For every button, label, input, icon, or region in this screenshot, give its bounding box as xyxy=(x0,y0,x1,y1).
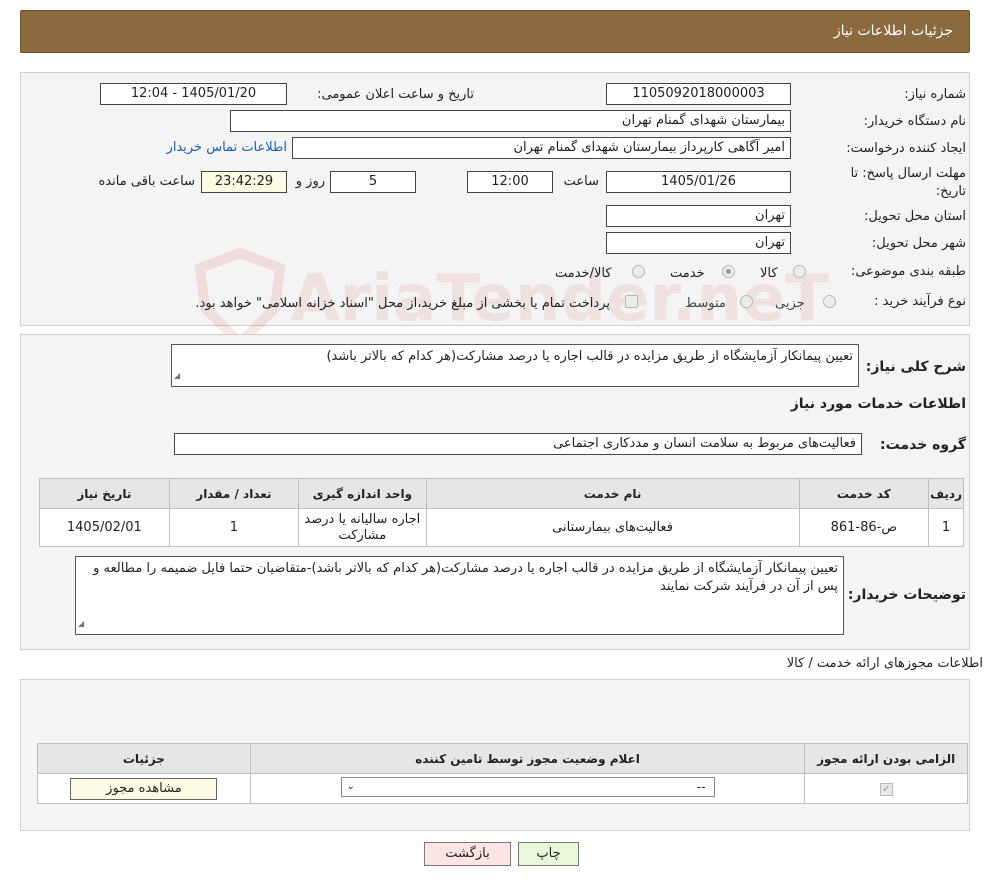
service-group-label: گروه خدمت: xyxy=(880,437,966,453)
treasury-payment-note: پرداخت تمام یا بخشی از مبلغ خرید،از محل … xyxy=(195,296,610,311)
page-title: جزئیات اطلاعات نیاز xyxy=(833,23,953,39)
col-unit-header: واحد اندازه گیری xyxy=(298,478,427,509)
col-permit-status-header: اعلام وضعیت مجوز توسط تامین کننده xyxy=(249,743,806,774)
buyer-notes-text: تعیین پیمانکار آزمایشگاه از طریق مزایده … xyxy=(93,561,838,594)
col-date-header: تاریخ نیاز xyxy=(39,478,170,509)
creator-label: ایجاد کننده درخواست: xyxy=(846,141,966,156)
deadline-label: مهلت ارسال پاسخ: تا xyxy=(850,166,966,181)
process-option-medium: متوسط xyxy=(685,296,726,311)
cell-service-name: فعالیت‌های بیمارستانی xyxy=(425,508,800,547)
category-option-goods-service: کالا/خدمت xyxy=(555,266,612,281)
col-code-header: کد خدمت xyxy=(798,478,930,509)
cell-row-number: 1 xyxy=(928,508,964,547)
city-field: تهران xyxy=(606,232,791,254)
permits-section-title: اطلاعات مجوزهای ارائه خدمت / کالا xyxy=(786,656,983,671)
description-label: شرح کلی نیاز: xyxy=(865,359,966,375)
permit-status-select[interactable]: ⌄ -- xyxy=(340,776,715,797)
cell-permit-status: ⌄ -- xyxy=(249,773,806,804)
announce-label: تاریخ و ساعت اعلان عمومی: xyxy=(317,87,474,102)
need-number-field: 1105092018000003 xyxy=(606,83,791,105)
deadline-date-field: 1405/01/26 xyxy=(606,171,791,193)
description-text: تعیین پیمانکار آزمایشگاه از طریق مزایده … xyxy=(326,349,853,364)
process-option-minor: جزیی xyxy=(775,296,805,311)
cell-unit: اجاره سالیانه یا درصد مشارکت xyxy=(298,508,427,547)
category-radio-goods[interactable] xyxy=(793,265,806,278)
cell-need-date: 1405/02/01 xyxy=(39,508,170,547)
days-remaining-field: 5 xyxy=(330,171,416,193)
remaining-time-field: 23:42:29 xyxy=(201,171,287,193)
permit-status-value: -- xyxy=(696,779,706,794)
buyer-notes-textarea[interactable]: تعیین پیمانکار آزمایشگاه از طریق مزایده … xyxy=(75,556,844,635)
category-radio-goods-service[interactable] xyxy=(632,265,645,278)
announce-datetime-field: 1405/01/20 - 12:04 xyxy=(100,83,287,105)
category-option-service: خدمت xyxy=(670,266,705,281)
need-number-label: شماره نیاز: xyxy=(904,87,966,102)
services-table: ردیف کد خدمت نام خدمت واحد اندازه گیری ت… xyxy=(39,478,964,547)
process-type-label: نوع فرآیند خرید : xyxy=(874,294,966,309)
col-permit-details-header: جزئیات xyxy=(37,743,251,774)
cell-quantity: 1 xyxy=(168,508,300,547)
resize-grip-icon[interactable]: ◢ xyxy=(174,367,180,385)
services-section-title: اطلاعات خدمات مورد نیاز xyxy=(790,396,966,412)
province-label: استان محل تحویل: xyxy=(864,209,966,224)
chevron-down-icon: ⌄ xyxy=(346,780,355,792)
province-field: تهران xyxy=(606,205,791,227)
buyer-notes-label: توضیحات خریدار: xyxy=(847,587,966,603)
buyer-org-label: نام دستگاه خریدار: xyxy=(863,114,966,129)
permits-table: الزامی بودن ارائه مجوز اعلام وضعیت مجوز … xyxy=(37,743,968,804)
remaining-time-label: ساعت باقی مانده xyxy=(98,174,195,189)
table-row: ✓ ⌄ -- مشاهده مجوز xyxy=(37,773,968,804)
city-label: شهر محل تحویل: xyxy=(871,236,966,251)
view-permit-button[interactable]: مشاهده مجوز xyxy=(70,777,218,800)
process-radio-minor[interactable] xyxy=(823,295,836,308)
description-textarea[interactable]: تعیین پیمانکار آزمایشگاه از طریق مزایده … xyxy=(171,344,859,387)
col-row-header: ردیف xyxy=(928,478,964,509)
days-label: روز و xyxy=(295,174,325,189)
deadline-time-field: 12:00 xyxy=(467,171,553,193)
creator-field: امیر آگاهی کارپرداز بیمارستان شهدای گمنا… xyxy=(292,137,791,159)
treasury-payment-checkbox[interactable] xyxy=(625,295,638,308)
page-header: جزئیات اطلاعات نیاز xyxy=(20,10,970,53)
category-option-goods: کالا xyxy=(760,266,778,281)
category-radio-service[interactable] xyxy=(722,265,735,278)
col-permit-required-header: الزامی بودن ارائه مجوز xyxy=(804,743,968,774)
permit-required-checkbox: ✓ xyxy=(879,783,893,796)
col-qty-header: تعداد / مقدار xyxy=(168,478,300,509)
table-row: 1 ص-86-861 فعالیت‌های بیمارستانی اجاره س… xyxy=(39,508,964,547)
back-button[interactable]: بازگشت xyxy=(424,842,511,866)
cell-permit-required: ✓ xyxy=(804,773,968,804)
buyer-org-field: بیمارستان شهدای گمنام تهران xyxy=(230,110,791,132)
category-label: طبقه بندی موضوعی: xyxy=(850,264,966,279)
cell-service-code: ص-86-861 xyxy=(798,508,930,547)
cell-permit-details: مشاهده مجوز xyxy=(37,773,251,804)
col-name-header: نام خدمت xyxy=(425,478,800,509)
service-group-field: فعالیت‌های مربوط به سلامت انسان و مددکار… xyxy=(174,433,862,455)
resize-grip-icon[interactable]: ◢ xyxy=(78,615,84,633)
deadline-label-line2: تاریخ: xyxy=(935,184,966,199)
buyer-contact-link[interactable]: اطلاعات تماس خریدار xyxy=(167,140,287,155)
process-radio-medium[interactable] xyxy=(740,295,753,308)
deadline-time-label: ساعت xyxy=(563,174,599,189)
print-button[interactable]: چاپ xyxy=(518,842,579,866)
